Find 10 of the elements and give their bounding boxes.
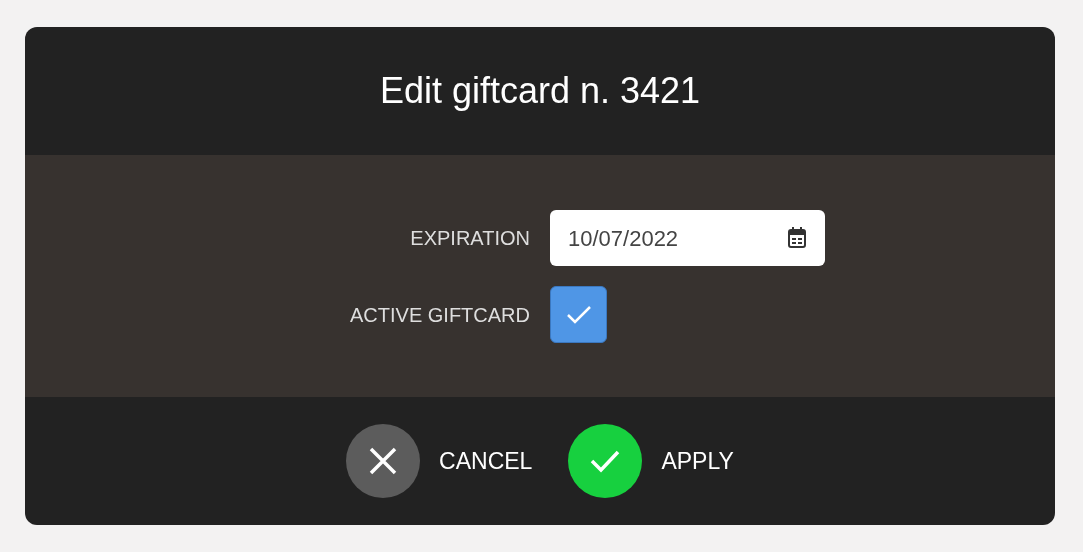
cancel-button[interactable]: CANCEL	[346, 424, 533, 498]
checkbox[interactable]	[550, 286, 607, 343]
dialog-title: Edit giftcard n. 3421	[379, 69, 701, 113]
field-label: ACTIVE GIFTCARD	[349, 302, 531, 328]
apply-button[interactable]: APPLY	[568, 424, 734, 498]
date-value: 10/07/2022	[568, 224, 679, 253]
field-label: EXPIRATION	[409, 226, 531, 251]
calendar-icon[interactable]	[787, 227, 807, 249]
date-field[interactable]: 10/07/2022	[550, 210, 825, 266]
check-icon	[565, 304, 592, 325]
